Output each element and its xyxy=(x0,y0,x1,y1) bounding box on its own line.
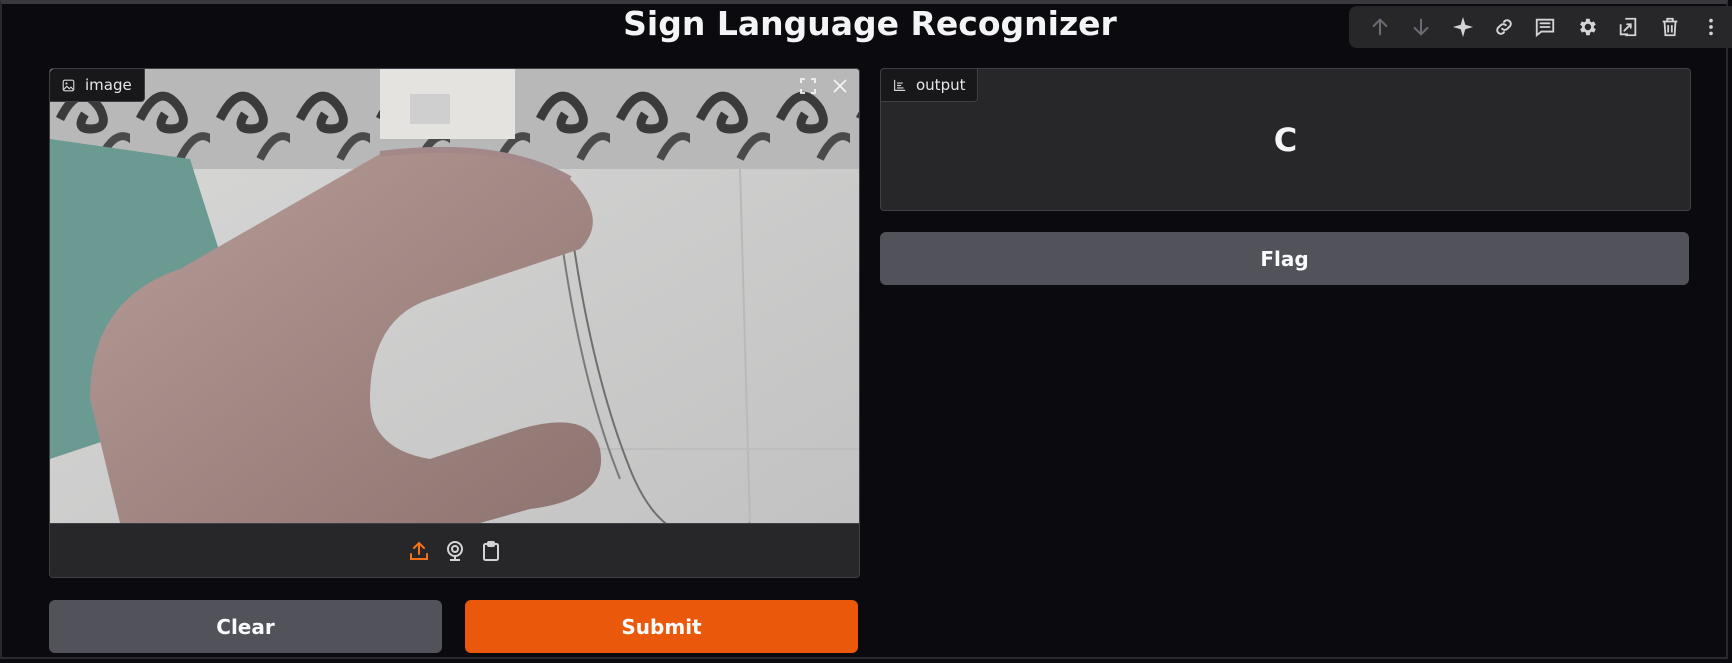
arrow-up-icon[interactable] xyxy=(1359,6,1400,48)
submit-button[interactable]: Submit xyxy=(465,600,858,653)
output-label-text: output xyxy=(916,76,966,94)
floating-toolbar xyxy=(1349,6,1732,48)
image-icon xyxy=(62,79,75,91)
trash-icon[interactable] xyxy=(1649,6,1690,48)
comment-icon[interactable] xyxy=(1525,6,1566,48)
image-label-text: image xyxy=(85,76,132,94)
webcam-icon[interactable] xyxy=(444,540,466,562)
upload-icon[interactable] xyxy=(408,540,430,562)
link-icon[interactable] xyxy=(1483,6,1524,48)
arrow-down-icon[interactable] xyxy=(1400,6,1441,48)
webcam-photo xyxy=(50,69,859,523)
more-vertical-icon[interactable] xyxy=(1691,6,1732,48)
image-input-panel[interactable]: image xyxy=(49,68,860,578)
gear-icon[interactable] xyxy=(1566,6,1607,48)
image-source-bar xyxy=(50,523,859,577)
image-controls xyxy=(795,73,853,99)
flag-button[interactable]: Flag xyxy=(880,232,1689,285)
output-label: output xyxy=(881,69,979,102)
fullscreen-icon[interactable] xyxy=(795,73,821,99)
close-icon[interactable] xyxy=(827,73,853,99)
export-icon[interactable] xyxy=(1608,6,1649,48)
sparkle-icon[interactable] xyxy=(1442,6,1483,48)
image-label: image xyxy=(50,69,145,102)
output-value: C xyxy=(1273,121,1298,159)
clear-button[interactable]: Clear xyxy=(49,600,442,653)
clipboard-icon[interactable] xyxy=(480,540,502,562)
output-panel: output C xyxy=(880,68,1691,211)
chart-icon xyxy=(894,79,906,91)
